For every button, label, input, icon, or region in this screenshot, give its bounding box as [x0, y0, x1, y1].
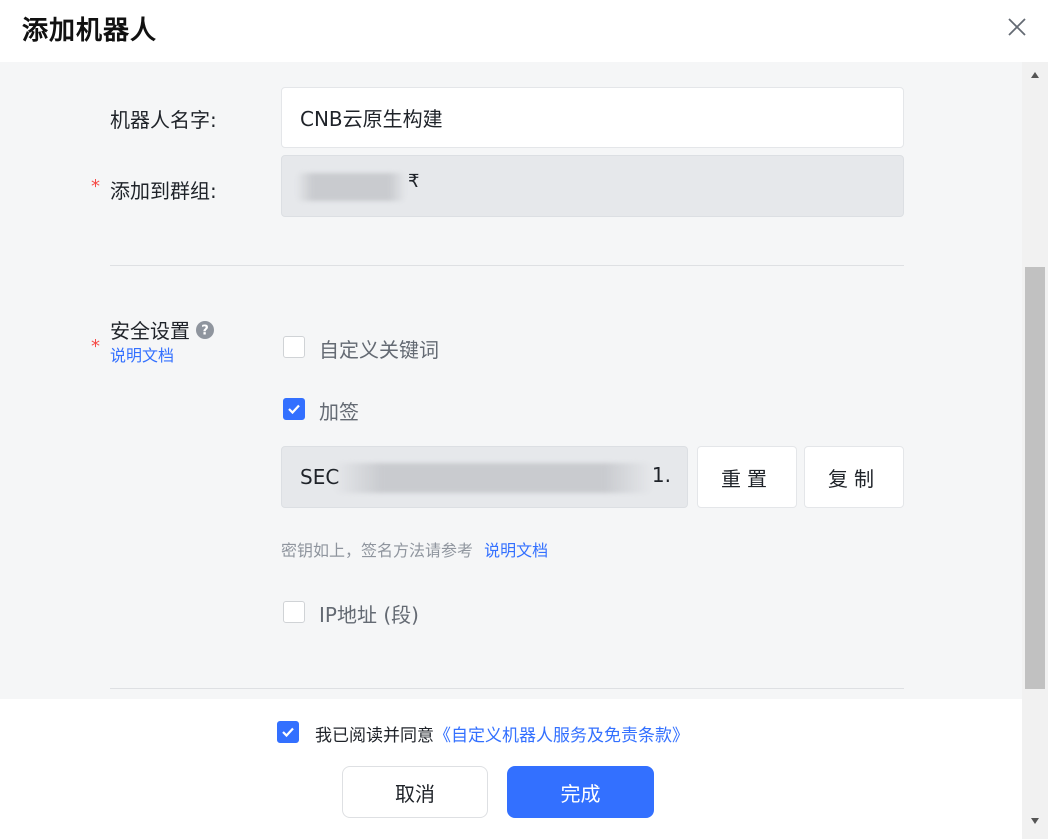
keyword-checkbox[interactable] — [283, 336, 305, 358]
check-icon — [288, 404, 300, 415]
section-divider — [110, 688, 904, 689]
ip-checkbox[interactable] — [283, 601, 305, 623]
scroll-down-arrow-icon[interactable] — [1031, 818, 1039, 824]
sign-label: 加签 — [319, 400, 359, 424]
robot-name-input[interactable]: CNB云原生构建 — [281, 87, 904, 148]
group-select[interactable]: ₹ — [281, 155, 904, 217]
help-icon[interactable]: ? — [195, 320, 215, 340]
scroll-up-arrow-icon[interactable] — [1031, 72, 1039, 78]
check-icon — [282, 727, 294, 738]
reset-button[interactable]: 重置 — [697, 446, 797, 508]
sign-checkbox[interactable] — [283, 398, 305, 420]
required-asterisk: * — [91, 336, 100, 357]
cancel-button[interactable]: 取消 — [342, 766, 488, 818]
security-doc-link[interactable]: 说明文档 — [110, 342, 174, 366]
svg-text:?: ? — [201, 323, 209, 338]
agree-checkbox[interactable] — [277, 721, 299, 743]
dialog-footer: 我已阅读并同意《自定义机器人服务及免责条款》 取消 完成 — [0, 699, 1022, 839]
agree-text: 我已阅读并同意 — [315, 726, 434, 746]
dialog-header: 添加机器人 — [0, 0, 1048, 62]
scrollbar[interactable] — [1022, 62, 1048, 839]
keyword-label: 自定义关键词 — [319, 338, 439, 362]
done-button[interactable]: 完成 — [507, 766, 654, 818]
secret-suffix: 1. — [651, 463, 671, 487]
security-settings-label: 安全设置 — [110, 319, 190, 343]
group-value-suffix: ₹ — [408, 171, 420, 192]
dialog-body: 机器人名字: CNB云原生构建 * 添加到群组: ₹ * 安全设置 ? 说明文档… — [0, 62, 1022, 699]
scrollbar-thumb[interactable] — [1025, 267, 1045, 689]
terms-link[interactable]: 《自定义机器人服务及免责条款》 — [434, 726, 689, 746]
secret-hint-doc-link[interactable]: 说明文档 — [484, 541, 548, 560]
required-asterisk: * — [91, 176, 100, 197]
robot-name-label: 机器人名字: — [110, 108, 217, 132]
section-divider — [110, 265, 904, 266]
security-settings-heading: 安全设置 ? — [110, 315, 215, 344]
redacted-group-name — [296, 173, 406, 201]
secret-hint-text: 密钥如上，签名方法请参考 — [281, 541, 474, 560]
secret-hint: 密钥如上，签名方法请参考 说明文档 — [281, 537, 548, 561]
dialog-title: 添加机器人 — [22, 16, 158, 46]
redacted-secret — [334, 463, 652, 493]
copy-button[interactable]: 复制 — [804, 446, 904, 508]
agree-statement: 我已阅读并同意《自定义机器人服务及免责条款》 — [315, 721, 689, 746]
secret-field[interactable]: SEC 1. — [281, 446, 688, 508]
close-icon[interactable] — [1004, 14, 1030, 40]
ip-label: IP地址 (段) — [319, 603, 419, 627]
group-label: 添加到群组: — [110, 179, 217, 203]
robot-name-value: CNB云原生构建 — [300, 107, 443, 131]
